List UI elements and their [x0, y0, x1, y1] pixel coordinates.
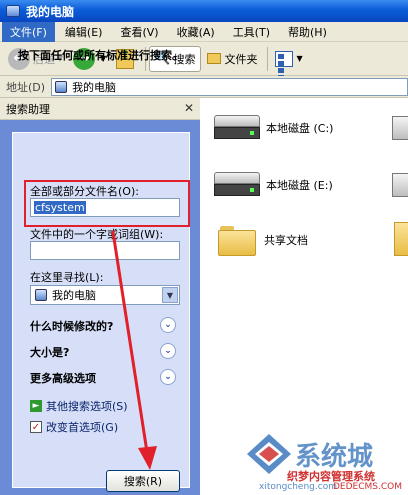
menu-file[interactable]: 文件(F)	[2, 21, 55, 42]
folder-icon[interactable]	[394, 222, 408, 256]
shared-docs-item[interactable]: 共享文档	[218, 224, 308, 256]
close-icon[interactable]: ✕	[184, 101, 194, 115]
chevron-down-icon[interactable]: ▼	[162, 287, 178, 303]
expand-chevron-icon[interactable]: ⌄	[160, 343, 176, 359]
hard-drive-icon[interactable]	[392, 116, 408, 140]
search-button[interactable]: 搜索(R)	[106, 470, 180, 492]
menu-tools[interactable]: 工具(T)	[225, 22, 278, 42]
expand-chevron-icon[interactable]: ⌄	[160, 369, 176, 385]
panel-header: 搜索助理 ✕	[0, 98, 200, 120]
section-size[interactable]: 大小是?	[30, 344, 69, 360]
shared-docs-label: 共享文档	[264, 234, 308, 247]
address-value: 我的电脑	[72, 80, 117, 94]
toolbar-divider	[266, 46, 268, 71]
my-computer-icon	[55, 80, 68, 93]
watermark-url-2: DEDECMS.COM	[333, 482, 402, 492]
folder-icon	[206, 53, 221, 64]
drive-c-label: 本地磁盘 (C:)	[266, 122, 334, 135]
panel-title: 搜索助理	[6, 102, 50, 116]
section-when-modified[interactable]: 什么时候修改的?	[30, 318, 113, 334]
highlight-box	[24, 180, 190, 227]
section-advanced[interactable]: 更多高级选项	[30, 370, 96, 386]
expand-chevron-icon[interactable]: ⌄	[160, 317, 176, 333]
my-computer-icon	[35, 289, 47, 301]
change-preferences-label: 改变首选项(G)	[46, 421, 119, 434]
menu-edit[interactable]: 编辑(E)	[57, 22, 111, 42]
look-in-label: 在这里寻找(L):	[30, 271, 104, 284]
menu-help[interactable]: 帮助(H)	[280, 22, 335, 42]
watermark-logo-icon	[247, 434, 291, 474]
window-title: 我的电脑	[26, 4, 75, 19]
search-intro: 按下面任何或所有标准进行搜索。	[18, 49, 183, 62]
watermark: 系统城 织梦内容管理系统 xitongcheng.com DEDECMS.COM	[245, 432, 408, 495]
views-button[interactable]: ▼	[271, 46, 307, 80]
title-bar: 我的电脑	[0, 0, 408, 22]
address-label: 地址(D)	[6, 80, 46, 94]
chevron-down-icon: ▼	[296, 54, 303, 63]
drive-e-item[interactable]: 本地磁盘 (E:)	[214, 172, 333, 198]
word-input[interactable]	[30, 241, 180, 260]
views-icon	[274, 50, 293, 80]
menu-view[interactable]: 查看(V)	[112, 22, 166, 42]
hard-drive-icon	[214, 115, 260, 141]
address-field[interactable]: 我的电脑	[51, 77, 408, 96]
folders-button[interactable]: 文件夹	[203, 46, 262, 72]
address-bar: 地址(D) 我的电脑	[0, 76, 408, 98]
hard-drive-icon	[214, 172, 260, 198]
look-in-select[interactable]: 我的电脑 ▼	[30, 285, 180, 305]
other-search-options-link[interactable]: ► 其他搜索选项(S)	[30, 398, 128, 414]
drive-e-label: 本地磁盘 (E:)	[266, 179, 333, 192]
change-preferences-link[interactable]: ✓ 改变首选项(G)	[30, 419, 118, 435]
check-icon: ✓	[30, 421, 42, 433]
drive-c-item[interactable]: 本地磁盘 (C:)	[214, 115, 333, 141]
word-label: 文件中的一个字或词组(W):	[30, 228, 164, 241]
folders-label: 文件夹	[224, 52, 258, 66]
folder-icon	[218, 224, 256, 256]
my-computer-icon	[6, 5, 20, 17]
menu-favorites[interactable]: 收藏(A)	[169, 22, 223, 42]
arrow-right-icon: ►	[30, 400, 42, 412]
look-in-value: 我的电脑	[52, 289, 96, 302]
other-search-options-label: 其他搜索选项(S)	[46, 400, 128, 413]
hard-drive-icon[interactable]	[392, 173, 408, 197]
watermark-url-1: xitongcheng.com	[259, 482, 337, 492]
menu-bar: 文件(F) 编辑(E) 查看(V) 收藏(A) 工具(T) 帮助(H)	[0, 21, 408, 42]
